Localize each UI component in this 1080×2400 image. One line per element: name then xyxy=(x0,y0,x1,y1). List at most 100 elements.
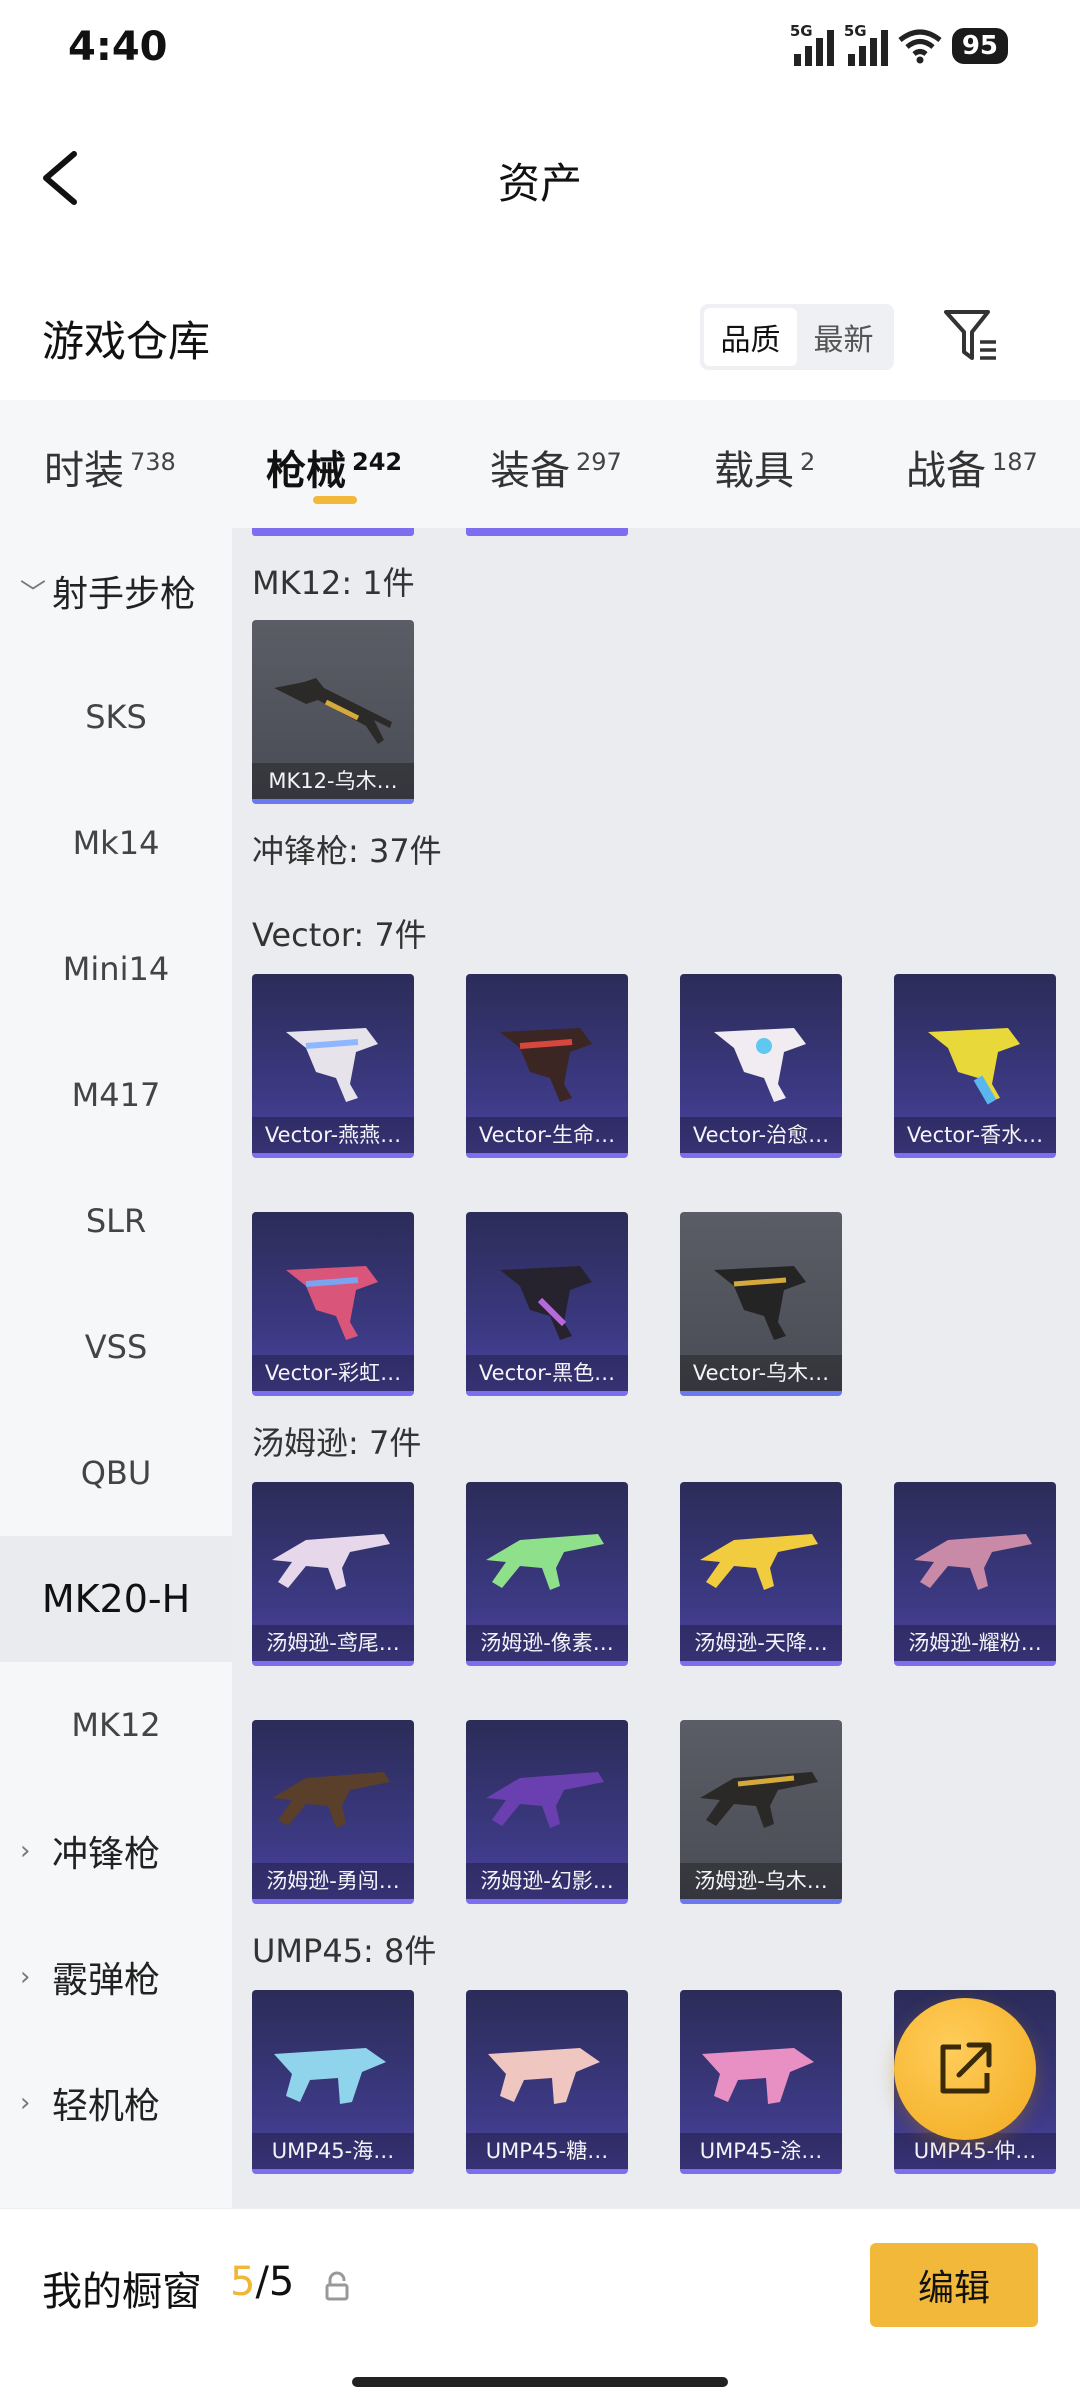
weapon-card-label: Vector-生命… xyxy=(466,1117,628,1153)
weapon-card[interactable]: Vector-燕燕… xyxy=(252,974,414,1158)
smg-icon xyxy=(714,1266,806,1340)
weapon-card-label: UMP45-海… xyxy=(252,2133,414,2169)
weapon-card-label: UMP45-糖… xyxy=(466,2133,628,2169)
smg-icon xyxy=(702,2048,814,2104)
item-grid: MK12: 1件 MK12-乌木… 冲锋枪: 37件 Vector: 7件 Ve… xyxy=(232,528,1080,2208)
tab-count: 2 xyxy=(800,448,816,476)
active-tab-indicator xyxy=(313,496,357,504)
weapon-card-label: Vector-彩虹… xyxy=(252,1355,414,1391)
sidebar-item-label: 轻机枪 xyxy=(52,2086,161,2127)
page-header: 资产 xyxy=(0,110,1080,240)
tab-count: 297 xyxy=(576,448,622,476)
sidebar-item-sks[interactable]: SKS xyxy=(0,654,232,780)
weapon-card[interactable]: 汤姆逊-乌木… xyxy=(680,1720,842,1904)
smg-icon xyxy=(274,2048,386,2104)
weapon-card[interactable]: 汤姆逊-勇闯… xyxy=(252,1720,414,1904)
tab-vehicles[interactable]: 载具 2 xyxy=(714,438,815,496)
weapon-card-label: 汤姆逊-天降… xyxy=(680,1625,842,1661)
sidebar-item-mk14[interactable]: Mk14 xyxy=(0,780,232,906)
sidebar-item-qbu[interactable]: QBU xyxy=(0,1410,232,1536)
weapon-card[interactable]: Vector-香水… xyxy=(894,974,1056,1158)
section-header-ump45: UMP45: 8件 xyxy=(252,1932,437,1970)
weapon-card[interactable]: Vector-治愈… xyxy=(680,974,842,1158)
weapon-card[interactable]: UMP45-涂… xyxy=(680,1990,842,2174)
sidebar-group-shotgun[interactable]: › 霰弹枪 xyxy=(0,1914,232,2040)
battery-indicator: 95 xyxy=(951,28,1008,64)
signal-icon: 5G xyxy=(790,22,834,66)
weapon-card-label: MK12-乌木… xyxy=(252,763,414,799)
sidebar-item-slr[interactable]: SLR xyxy=(0,1158,232,1284)
weapon-card[interactable]: MK12-乌木… xyxy=(252,620,414,804)
smg-icon xyxy=(488,2048,600,2104)
weapon-card-label: 汤姆逊-乌木… xyxy=(680,1863,842,1899)
signal-label: 5G xyxy=(789,22,813,40)
signal-label-2: 5G xyxy=(843,22,867,40)
sort-newest-option[interactable]: 最新 xyxy=(797,308,890,366)
home-indicator xyxy=(352,2377,728,2387)
showcase-current: 5 xyxy=(230,2259,256,2305)
smg-icon xyxy=(914,1534,1032,1590)
weapon-card-label: UMP45-涂… xyxy=(680,2133,842,2169)
section-header-mk12: MK12: 1件 xyxy=(252,564,415,602)
weapon-card-label: 汤姆逊-幻影… xyxy=(466,1863,628,1899)
smg-icon xyxy=(486,1772,604,1828)
weapon-card-label: Vector-治愈… xyxy=(680,1117,842,1153)
weapon-card[interactable]: UMP45-糖… xyxy=(466,1990,628,2174)
weapon-card-label: Vector-香水… xyxy=(894,1117,1056,1153)
chevron-down-icon: ﹀ xyxy=(20,578,47,609)
signal-icon-2: 5G xyxy=(844,22,888,66)
sort-quality-option[interactable]: 品质 xyxy=(704,308,797,366)
smg-icon xyxy=(700,1772,818,1828)
sidebar-item-mini14[interactable]: Mini14 xyxy=(0,906,232,1032)
sidebar-group-smg[interactable]: › 冲锋枪 xyxy=(0,1788,232,1914)
filter-icon[interactable] xyxy=(942,308,1000,364)
smg-icon xyxy=(486,1534,604,1590)
wifi-icon xyxy=(898,29,942,64)
smg-icon xyxy=(700,1534,818,1590)
lock-icon xyxy=(325,2271,349,2301)
weapon-card[interactable]: Vector-乌木… xyxy=(680,1212,842,1396)
section-header-vector: Vector: 7件 xyxy=(252,916,427,954)
smg-icon xyxy=(272,1772,390,1828)
smg-icon xyxy=(286,1028,378,1102)
weapon-card-label: 汤姆逊-像素… xyxy=(466,1625,628,1661)
edit-button[interactable]: 编辑 xyxy=(870,2243,1038,2327)
sidebar-item-mk20h[interactable]: MK20-H xyxy=(0,1536,232,1662)
smg-icon xyxy=(500,1028,592,1102)
sidebar-group-lmg[interactable]: › 轻机枪 xyxy=(0,2040,232,2166)
showcase-total: /5 xyxy=(255,2259,295,2305)
tab-equipment[interactable]: 装备 297 xyxy=(490,438,622,496)
weapon-card[interactable]: 汤姆逊-鸢尾… xyxy=(252,1482,414,1666)
share-fab-button[interactable] xyxy=(894,1998,1036,2140)
weapon-card-label: 汤姆逊-鸢尾… xyxy=(252,1625,414,1661)
status-icons: 5G 5G 95 xyxy=(790,22,1008,66)
weapon-card[interactable]: 汤姆逊-天降… xyxy=(680,1482,842,1666)
chevron-right-icon: › xyxy=(20,2088,31,2118)
weapon-card[interactable]: 汤姆逊-像素… xyxy=(466,1482,628,1666)
sidebar-item-vss[interactable]: VSS xyxy=(0,1284,232,1410)
sidebar-item-mk12[interactable]: MK12 xyxy=(0,1662,232,1788)
smg-icon xyxy=(286,1266,378,1340)
weapon-card-label: Vector-乌木… xyxy=(680,1355,842,1391)
sidebar-item-label: 霰弹枪 xyxy=(52,1960,161,2001)
rifle-icon xyxy=(274,678,392,744)
weapon-card[interactable]: Vector-生命… xyxy=(466,974,628,1158)
showcase-count: 5/5 xyxy=(230,2259,294,2305)
weapon-card[interactable]: UMP45-海… xyxy=(252,1990,414,2174)
weapon-card[interactable]: 汤姆逊-耀粉… xyxy=(894,1482,1056,1666)
weapon-card[interactable]: Vector-彩虹… xyxy=(252,1212,414,1396)
tab-fashion[interactable]: 时装 738 xyxy=(44,438,176,496)
sort-toggle: 品质 最新 xyxy=(700,304,894,370)
tab-label: 装备 xyxy=(490,448,570,494)
weapon-card[interactable]: Vector-黑色… xyxy=(466,1212,628,1396)
bottom-bar: 我的橱窗 5/5 编辑 xyxy=(0,2208,1080,2400)
sidebar-group-marksman[interactable]: ﹀ 射手步枪 xyxy=(0,528,232,654)
sidebar-item-m417[interactable]: M417 xyxy=(0,1032,232,1158)
weapon-card[interactable]: 汤姆逊-幻影… xyxy=(466,1720,628,1904)
tab-supplies[interactable]: 战备 187 xyxy=(906,438,1038,496)
showcase-label: 我的橱窗 xyxy=(42,2269,202,2315)
rarity-bar xyxy=(466,528,628,536)
tab-firearms[interactable]: 枪械 242 xyxy=(266,438,402,496)
weapon-card-label: Vector-黑色… xyxy=(466,1355,628,1391)
chevron-right-icon: › xyxy=(20,1836,31,1866)
